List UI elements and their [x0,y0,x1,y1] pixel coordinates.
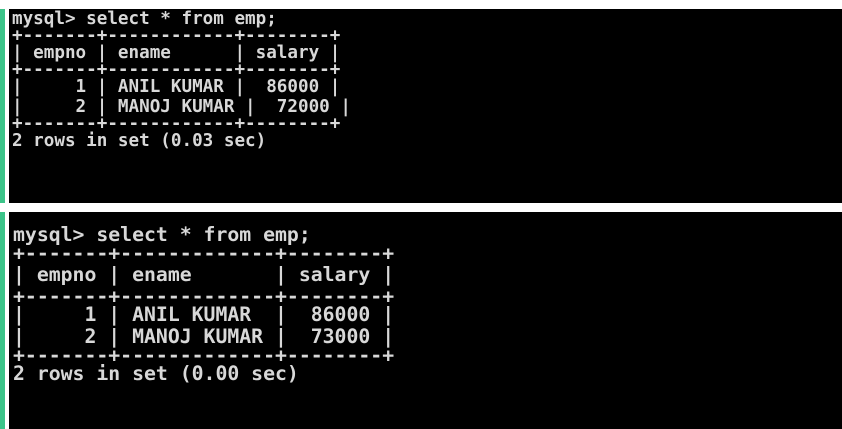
console-panel-1: mysql> select * from emp; +-------+------… [9,9,842,203]
table-border-top: +-------+------------+--------+ [12,26,341,46]
console-panel-2: mysql> select * from emp; +-------+------… [9,212,842,429]
panel-divider [0,203,842,212]
console-output-2: mysql> select * from emp; +-------+------… [13,224,394,385]
table-border-bottom: +-------+-------------+--------+ [13,344,395,367]
table-border-mid: +-------+-------------+--------+ [13,285,395,308]
table-row: | 1 | ANIL KUMAR | 86000 | [12,77,341,97]
console-output-1: mysql> select * from emp; +-------+------… [12,9,351,151]
window-accent-bar [0,212,5,429]
screenshot-frame: mysql> select * from emp; +-------+------… [0,0,842,429]
table-border-bottom: +-------+------------+--------+ [12,114,341,134]
result-summary-line: 2 rows in set (0.03 sec) [12,131,267,151]
table-border-mid: +-------+------------+--------+ [12,60,341,80]
window-accent-bar [0,9,5,203]
table-border-top: +-------+-------------+--------+ [13,242,395,265]
table-row: | 1 | ANIL KUMAR | 86000 | [13,303,395,326]
